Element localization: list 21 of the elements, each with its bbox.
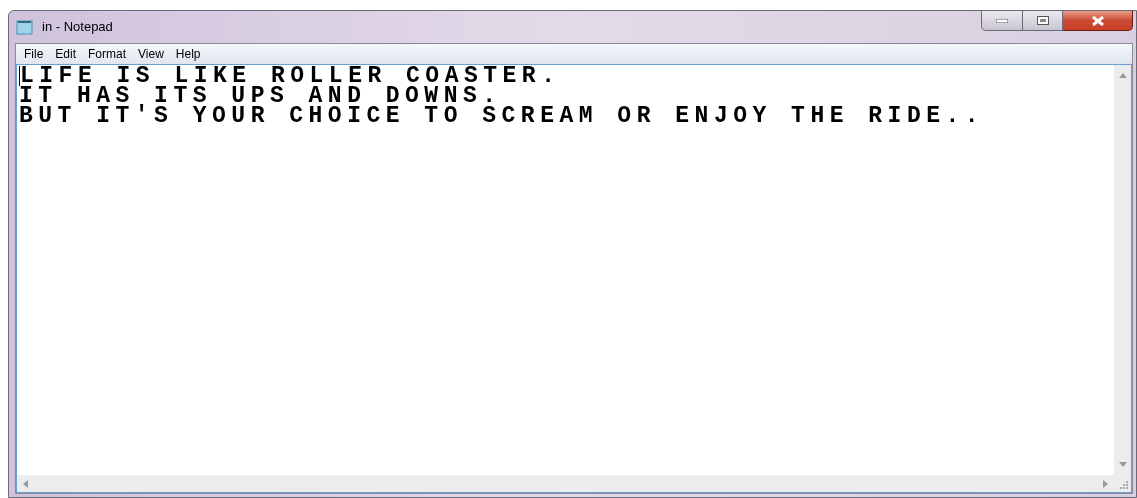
window-title: in - Notepad — [42, 18, 113, 37]
menu-item[interactable]: Edit — [50, 46, 82, 62]
menu-item[interactable]: File — [19, 46, 49, 62]
maximize-button[interactable] — [1023, 11, 1063, 31]
text-line: LIFE IS LIKE ROLLER COASTER. — [19, 66, 561, 86]
close-button[interactable] — [1063, 11, 1133, 31]
menu-item[interactable]: Help — [170, 46, 206, 62]
text-line: BUT IT'S YOUR CHOICE TO SCREAM OR ENJOY THE RIDE.. — [19, 106, 985, 126]
scroll-up-icon[interactable] — [1118, 73, 1127, 78]
menu-item[interactable]: Format — [83, 46, 132, 62]
scroll-down-icon[interactable] — [1118, 462, 1127, 467]
minimize-icon — [996, 18, 1008, 23]
horizontal-scrollbar[interactable] — [17, 475, 1114, 492]
vertical-scrollbar[interactable] — [1114, 65, 1131, 475]
menu-item[interactable]: View — [133, 46, 169, 62]
maximize-icon — [1036, 16, 1049, 25]
close-icon — [1090, 15, 1105, 26]
minimize-button[interactable] — [981, 11, 1023, 31]
scroll-right-icon[interactable] — [1103, 479, 1108, 488]
scroll-left-icon[interactable] — [23, 479, 28, 488]
notepad-icon — [16, 19, 34, 35]
